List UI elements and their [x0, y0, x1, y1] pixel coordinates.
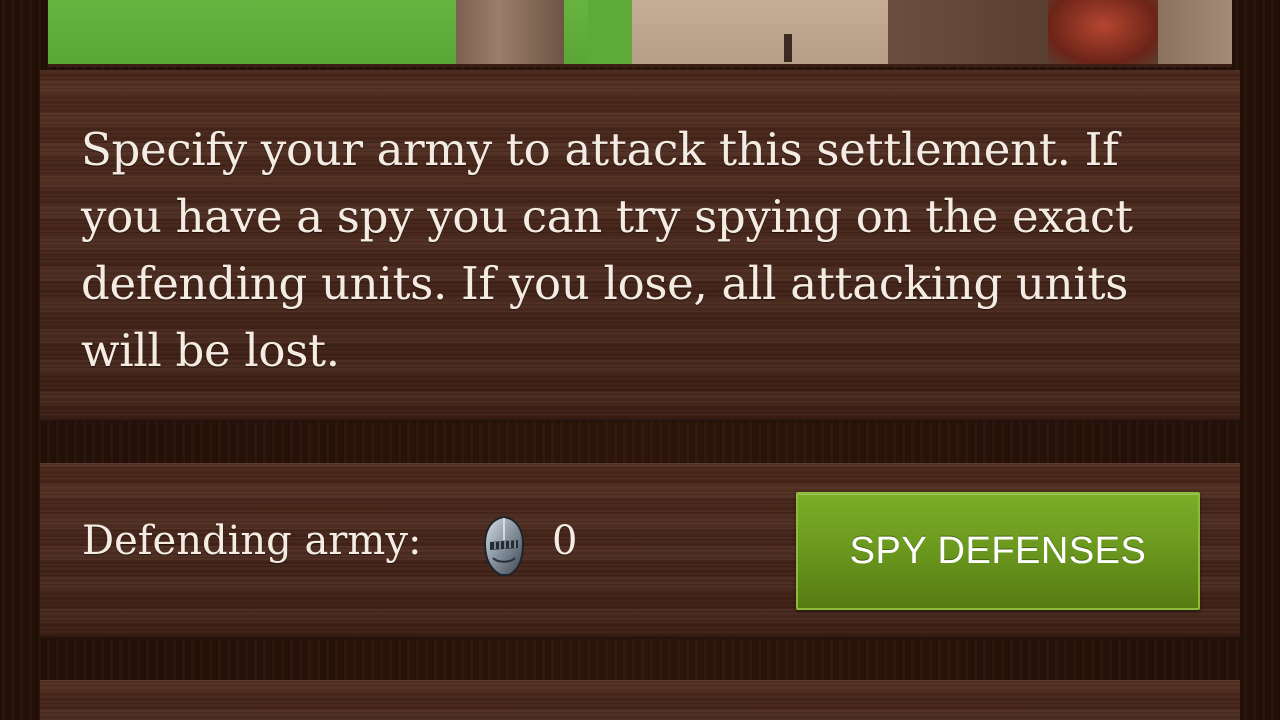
spy-defenses-button[interactable]: SPY DEFENSES	[796, 492, 1200, 610]
bottom-panel	[40, 680, 1240, 720]
wall-window	[784, 34, 792, 62]
defending-army-count: 0	[552, 518, 578, 564]
stone-wall	[1158, 0, 1232, 64]
knight-helmet-icon	[481, 514, 527, 578]
attack-description-text: Specify your army to attack this settlem…	[81, 123, 1133, 377]
description-panel: Specify your army to attack this settlem…	[40, 70, 1240, 422]
red-roof	[1048, 0, 1158, 64]
dark-building	[888, 0, 1048, 64]
defending-army-panel: Defending army: 0 SPY DEFENSES	[40, 463, 1240, 639]
tower-base	[456, 0, 564, 64]
settlement-scene-image	[48, 0, 1232, 67]
castle-wall	[632, 0, 888, 64]
defending-army-label: Defending army:	[82, 518, 422, 564]
